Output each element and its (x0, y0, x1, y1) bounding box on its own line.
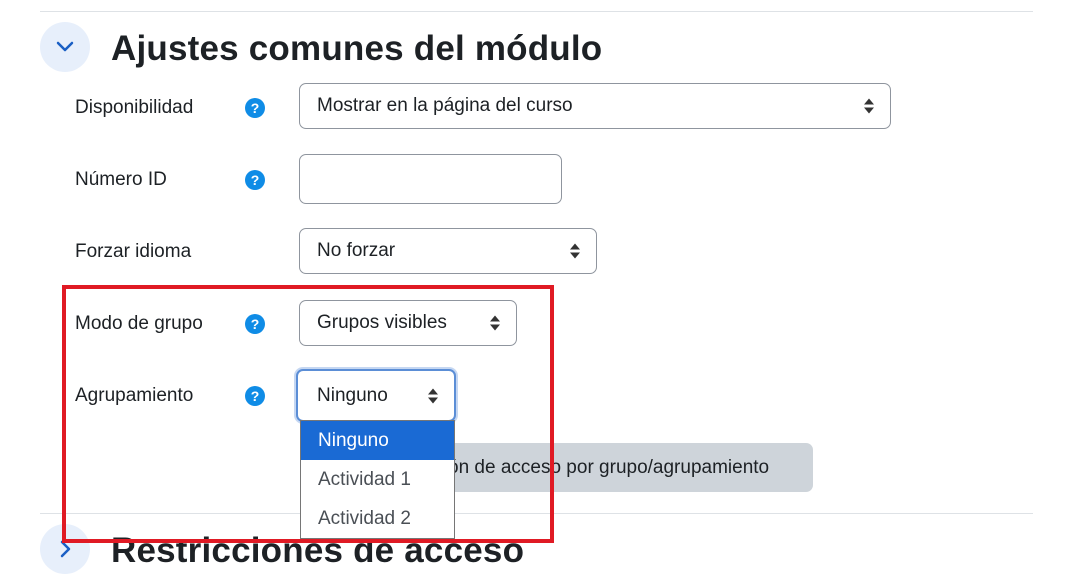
availability-label: Disponibilidad (75, 97, 194, 118)
group-mode-select[interactable]: Grupos visibles (299, 300, 517, 346)
grouping-option[interactable]: Actividad 1 (301, 460, 454, 499)
section-title-general: Ajustes comunes del módulo (111, 29, 603, 68)
select-arrows-icon (428, 388, 438, 403)
select-arrows-icon (864, 98, 874, 114)
chevron-right-icon (60, 540, 71, 558)
grouping-dropdown-list: Ninguno Actividad 1 Actividad 2 (300, 420, 455, 539)
grouping-option[interactable]: Actividad 2 (301, 499, 454, 538)
add-group-restriction-button[interactable]: ón de acceso por grupo/agrupamiento (440, 443, 813, 492)
select-arrows-icon (570, 243, 580, 259)
id-number-label: Número ID (75, 169, 167, 190)
help-icon[interactable]: ? (245, 314, 265, 334)
force-language-select[interactable]: No forzar (299, 228, 597, 274)
group-mode-label: Modo de grupo (75, 313, 203, 334)
force-language-label: Forzar idioma (75, 241, 192, 262)
grouping-option[interactable]: Ninguno (301, 421, 454, 460)
grouping-select[interactable]: Ninguno (296, 369, 456, 422)
force-language-select-value: No forzar (317, 240, 396, 261)
chevron-down-icon (56, 41, 74, 52)
group-mode-select-value: Grupos visibles (317, 312, 447, 333)
collapse-toggle-general[interactable] (40, 22, 90, 72)
help-icon[interactable]: ? (245, 386, 265, 406)
availability-select[interactable]: Mostrar en la página del curso (299, 83, 891, 129)
grouping-label: Agrupamiento (75, 385, 194, 406)
select-arrows-icon (490, 315, 500, 331)
collapse-toggle-restrictions[interactable] (40, 524, 90, 574)
help-icon[interactable]: ? (245, 98, 265, 118)
add-group-restriction-label: ón de acceso por grupo/agrupamiento (448, 456, 770, 478)
help-icon[interactable]: ? (245, 170, 265, 190)
section-divider (40, 513, 1033, 514)
grouping-select-value: Ninguno (317, 384, 388, 406)
section-divider-top (40, 11, 1033, 12)
id-number-input[interactable] (299, 154, 562, 204)
availability-select-value: Mostrar en la página del curso (317, 95, 573, 116)
